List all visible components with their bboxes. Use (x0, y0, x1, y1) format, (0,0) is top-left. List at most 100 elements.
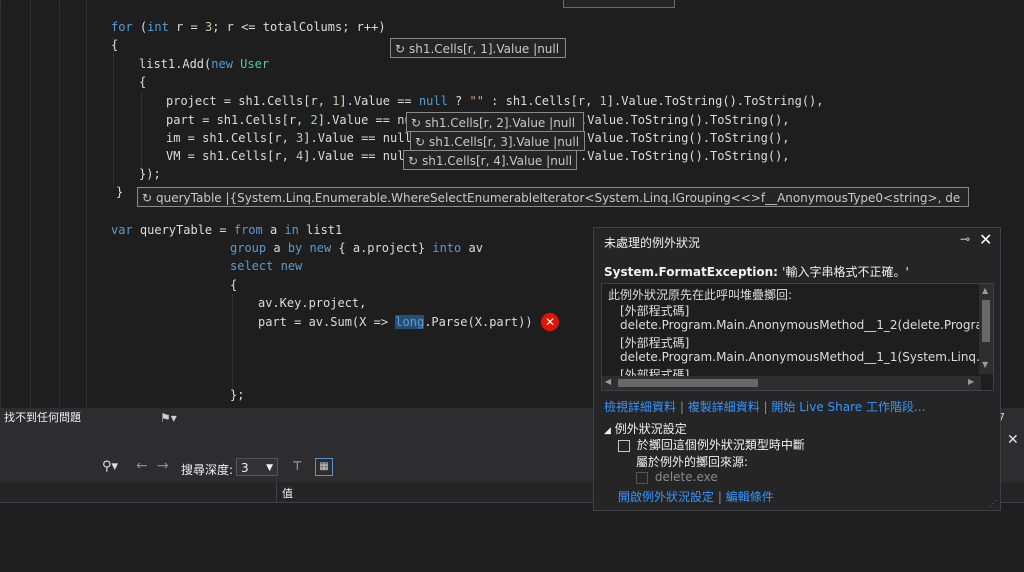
code-token: { (230, 278, 238, 292)
refresh-icon[interactable]: ↻ (413, 132, 427, 150)
back-arrow-icon[interactable]: ← (136, 458, 148, 474)
search-depth-select[interactable]: 3 ▼ (236, 458, 278, 476)
code-token: from (233, 223, 263, 237)
close-icon[interactable]: ✕ (1007, 432, 1019, 448)
datatip-value[interactable]: {System.Linq.Enumerable.WhereSelectEnume… (230, 191, 961, 205)
code-token: ].Value.ToString().ToString(), (606, 94, 824, 108)
datatip-cells4[interactable]: ↻ sh1.Cells[r, 4].Value |null (403, 150, 577, 170)
scroll-down-icon[interactable]: ▼ (982, 360, 988, 369)
exception-message: '輸入字串格式不正確。' (782, 265, 909, 279)
pin-icon[interactable]: ⊤ (292, 459, 302, 473)
code-token: var (111, 223, 133, 237)
code-line-part[interactable]: part = sh1.Cells[r, 2].Value == nu (166, 111, 412, 129)
from-label: 屬於例外的擲回來源: (636, 455, 749, 469)
datatip-querytable[interactable]: ↻ queryTable |{System.Linq.Enumerable.Whe… (137, 187, 969, 207)
stack-trace-box[interactable]: 此例外狀況原先在此呼叫堆疊擲回: [外部程式碼] delete.Program.… (601, 283, 994, 391)
break-checkbox[interactable] (618, 439, 630, 452)
view-details-link[interactable]: 檢視詳細資料 (604, 400, 676, 414)
datatip-cells3[interactable]: ↻ sh1.Cells[r, 3].Value |null (410, 131, 585, 151)
forward-arrow-icon[interactable]: → (157, 458, 169, 474)
indent-guide (0, 0, 1, 408)
refresh-icon[interactable]: ↻ (409, 113, 423, 131)
code-token: new (309, 241, 332, 255)
settings-links: 開啟例外狀況設定 | 編輯條件 (618, 490, 774, 504)
search-icon[interactable]: ⚲▾ (102, 459, 118, 474)
issues-filter-icon[interactable]: ⚑▾ (160, 408, 177, 428)
datatip-value[interactable]: null (537, 42, 559, 56)
code-line-list-add[interactable]: list1.Add(new User (139, 55, 269, 73)
code-line-close-select[interactable]: }; (230, 386, 244, 404)
code-token: null (418, 94, 448, 108)
code-line-close-init[interactable]: }); (139, 165, 161, 183)
datatip-value[interactable]: null (553, 116, 575, 130)
grid-view-icon[interactable]: ▦ (315, 458, 333, 476)
code-token: int (147, 20, 169, 34)
code-line-key[interactable]: av.Key.project, (258, 294, 366, 312)
refresh-icon[interactable]: ↻ (393, 39, 407, 57)
datatip-expression: sh1.Cells[r, 3].Value (429, 135, 550, 149)
error-icon[interactable]: ✕ (541, 313, 559, 331)
code-line-var-query[interactable]: var queryTable = from a in list1 (111, 221, 342, 239)
code-line-project[interactable]: project = sh1.Cells[r, 1].Value == null … (166, 92, 824, 110)
edit-conditions-link[interactable]: 編輯條件 (726, 490, 774, 504)
live-share-link[interactable]: 開始 Live Share 工作階段... (771, 400, 925, 414)
settings-header[interactable]: ◢ 例外狀況設定 (604, 420, 687, 437)
exception-title: 未處理的例外狀況 (604, 236, 701, 250)
copy-details-link[interactable]: 複製詳細資料 (688, 400, 760, 414)
code-line-group[interactable]: group a by new { a.project} into av (230, 239, 483, 257)
issues-status[interactable]: 找不到任何問題 (4, 408, 81, 428)
code-token: ? (447, 94, 470, 108)
value-column-header[interactable]: 值 (282, 485, 293, 501)
code-line-brace-close[interactable]: } (116, 183, 123, 201)
horizontal-scrollbar[interactable]: ◀ ▶ (602, 376, 981, 390)
code-token: 2 (310, 113, 318, 127)
code-line-sum[interactable]: part = av.Sum(X => long.Parse(X.part)) (258, 313, 533, 331)
trace-line: [外部程式碼] (620, 336, 690, 350)
refresh-icon[interactable]: ↻ (406, 151, 420, 169)
code-tail-im: .Value.ToString().ToString(), (580, 131, 790, 145)
datatip-value[interactable]: null (550, 154, 572, 168)
chevron-down-icon: ▼ (266, 463, 273, 473)
scroll-right-icon[interactable]: ▶ (968, 377, 974, 386)
collapse-triangle-icon[interactable]: ◢ (604, 426, 611, 436)
datatip-cells2[interactable]: ↻ sh1.Cells[r, 2].Value |null (406, 112, 584, 132)
exception-popup[interactable]: 未處理的例外狀況 ⊸ ✕ System.FormatException: '輸入… (593, 227, 1001, 511)
scroll-up-icon[interactable]: ▲ (982, 286, 988, 295)
datatip-value[interactable]: null (557, 135, 579, 149)
datatip-cells1[interactable]: ↻ sh1.Cells[r, 1].Value |null (390, 38, 566, 58)
code-token: User (240, 57, 270, 71)
code-token: 1 (599, 94, 607, 108)
code-token: part = sh1.Cells[r, (166, 113, 311, 127)
code-line-select[interactable]: select new (230, 257, 302, 275)
resize-grip-icon[interactable]: ⋰ (989, 499, 997, 508)
code-line-brace-open-3[interactable]: { (230, 276, 237, 294)
column-divider[interactable] (276, 482, 277, 502)
search-depth-label: 搜尋深度: (181, 463, 234, 477)
code-token: a (266, 241, 288, 255)
code-line-brace-open[interactable]: { (111, 36, 118, 54)
code-line-vm[interactable]: VM = sh1.Cells[r, 4].Value == nul (166, 147, 404, 165)
code-token: }); (139, 167, 161, 181)
scroll-thumb[interactable] (982, 300, 990, 342)
search-depth-value: 3 (241, 461, 249, 475)
break-option[interactable]: 於擲回這個例外狀況類型時中斷 (618, 436, 805, 453)
datatip-expression: queryTable (156, 191, 222, 205)
code-token: }; (230, 388, 245, 402)
code-line-im[interactable]: im = sh1.Cells[r, 3].Value == null (166, 129, 412, 147)
code-tail-part: .Value.ToString().ToString(), (580, 113, 790, 127)
source-option[interactable]: delete.exe (636, 470, 718, 484)
scroll-left-icon[interactable]: ◀ (605, 377, 611, 386)
close-icon[interactable]: ✕ (979, 230, 992, 249)
scroll-thumb[interactable] (618, 379, 758, 387)
code-token: new (280, 259, 303, 273)
refresh-icon[interactable]: ↻ (140, 188, 154, 206)
vertical-scrollbar[interactable]: ▲ ▼ (979, 284, 993, 374)
exception-links: 檢視詳細資料 | 複製詳細資料 | 開始 Live Share 工作階段... (604, 400, 926, 414)
code-line-for[interactable]: for (int r = 3; r <= totalColums; r++) (111, 18, 386, 36)
code-line-brace-open-2[interactable]: { (139, 73, 146, 91)
code-token: ].Value == nu (317, 113, 412, 127)
pin-icon[interactable]: ⊸ (960, 232, 970, 246)
source-checkbox[interactable] (636, 471, 648, 484)
open-settings-link[interactable]: 開啟例外狀況設定 (618, 490, 714, 504)
